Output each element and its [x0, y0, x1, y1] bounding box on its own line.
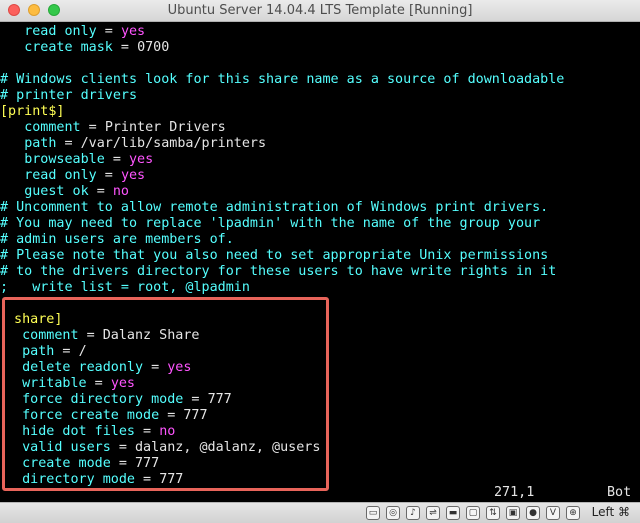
- comment-text: # admin users are members of.: [0, 232, 234, 247]
- config-key: comment: [24, 120, 81, 135]
- scroll-position: Bot: [607, 485, 632, 500]
- terminal-line: # You may need to replace 'lpadmin' with…: [0, 216, 540, 232]
- config-value: yes: [120, 24, 146, 39]
- virtualbox-window: Ubuntu Server 14.04.4 LTS Template [Runn…: [0, 0, 640, 523]
- config-key: create mask: [24, 40, 113, 55]
- hard-disk-icon[interactable]: ▭: [366, 506, 380, 520]
- config-key: path: [24, 136, 57, 151]
- terminal-line: comment = Printer Drivers: [0, 120, 226, 136]
- terminal-line: # Please note that you also need to set …: [0, 248, 548, 264]
- comment-text: # Please note that you also need to set …: [0, 248, 549, 263]
- terminal-line: guest ok = no: [0, 184, 129, 200]
- optical-disk-icon[interactable]: ◎: [386, 506, 400, 520]
- share-section-highlight: [2, 297, 329, 491]
- terminal-line: read only = yes: [0, 24, 145, 40]
- equals-sign: =: [80, 120, 105, 135]
- terminal-line: read only = yes: [0, 168, 145, 184]
- mouse-integration-icon[interactable]: ⊕: [566, 506, 580, 520]
- title-bar[interactable]: Ubuntu Server 14.04.4 LTS Template [Runn…: [0, 0, 640, 22]
- equals-sign: =: [112, 40, 138, 55]
- vm-status-bar: ▭ ◎ ♪ ⇌ ▬ ▢ ⇅ ▣ ● V ⊕ Left ⌘: [0, 502, 640, 523]
- usb-icon[interactable]: ⇌: [426, 506, 440, 520]
- terminal-line: # to the drivers directory for these use…: [0, 264, 556, 280]
- comment-text: # You may need to replace 'lpadmin' with…: [0, 216, 541, 231]
- equals-sign: =: [96, 168, 121, 183]
- config-value: no: [112, 184, 129, 199]
- config-value: yes: [120, 168, 146, 183]
- config-value: Printer Drivers: [104, 120, 226, 135]
- config-value: 0700: [137, 40, 170, 55]
- terminal-line: ; write list = root, @lpadmin: [0, 280, 250, 296]
- cursor-position: 271,1: [494, 485, 535, 500]
- comment-text: # Uncomment to allow remote administrati…: [0, 200, 549, 215]
- comment-text: # to the drivers directory for these use…: [0, 264, 557, 279]
- terminal-line: path = /var/lib/samba/printers: [0, 136, 266, 152]
- equals-sign: =: [56, 136, 81, 151]
- terminal-line: browseable = yes: [0, 152, 153, 168]
- terminal-line: # printer drivers: [0, 88, 137, 104]
- terminal-line: # Uncomment to allow remote administrati…: [0, 200, 548, 216]
- config-key: browseable: [24, 152, 105, 167]
- audio-icon[interactable]: ♪: [406, 506, 420, 520]
- video-capture-icon[interactable]: ▣: [506, 506, 520, 520]
- config-key: guest ok: [24, 184, 89, 199]
- config-value: /var/lib/samba/printers: [80, 136, 267, 151]
- terminal-line: [print$]: [0, 104, 65, 120]
- comment-text: # Windows clients look for this share na…: [0, 72, 565, 87]
- comment-text: # printer drivers: [0, 88, 138, 103]
- equals-sign: =: [88, 184, 113, 199]
- host-key-label: Left ⌘: [591, 505, 630, 519]
- shared-folder-icon[interactable]: ▬: [446, 506, 460, 520]
- recording-icon[interactable]: ●: [526, 506, 540, 520]
- network-icon[interactable]: ⇅: [486, 506, 500, 520]
- cpu-icon[interactable]: V: [546, 506, 560, 520]
- equals-sign: =: [96, 24, 121, 39]
- terminal-line: # admin users are members of.: [0, 232, 234, 248]
- section-header: [print$]: [0, 104, 65, 119]
- window-title: Ubuntu Server 14.04.4 LTS Template [Runn…: [167, 3, 473, 18]
- config-key: read only: [24, 168, 97, 183]
- config-value: yes: [129, 152, 154, 167]
- display-icon[interactable]: ▢: [466, 506, 480, 520]
- comment-text: ; write list = root, @lpadmin: [0, 280, 250, 295]
- terminal-line: # Windows clients look for this share na…: [0, 72, 564, 88]
- config-key: read only: [24, 24, 97, 39]
- terminal-screen[interactable]: read only = yes create mask = 0700 # Wind…: [0, 22, 640, 502]
- terminal-line: create mask = 0700: [0, 40, 169, 56]
- equals-sign: =: [104, 152, 129, 167]
